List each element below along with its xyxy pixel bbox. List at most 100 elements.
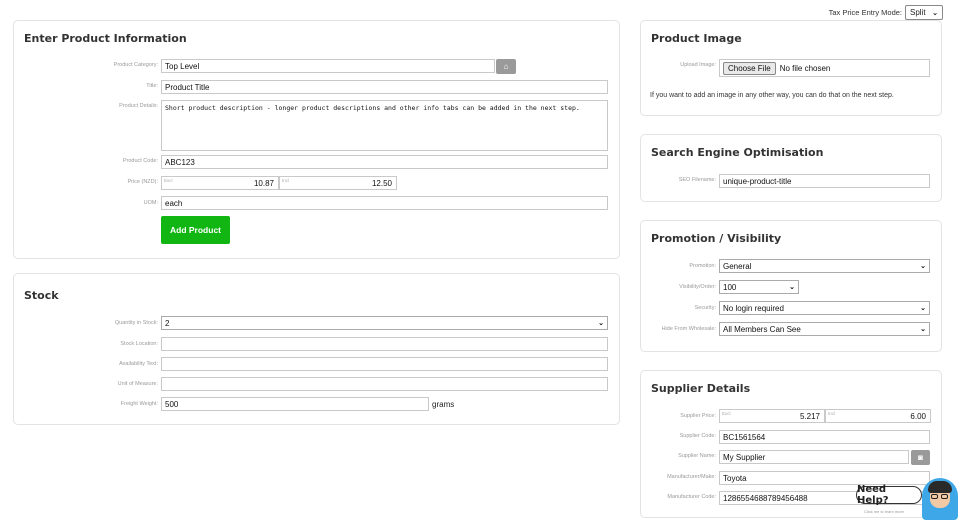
unit-of-measure-field[interactable] xyxy=(161,377,608,391)
code-label: Product Code: xyxy=(122,158,158,164)
supplier-excl-tag: Excl xyxy=(722,411,731,416)
tax-mode-label: Tax Price Entry Mode: xyxy=(828,8,902,17)
tax-mode-value: Split xyxy=(910,8,926,17)
product-code-value: ABC123 xyxy=(165,157,195,167)
seo-title: Search Engine Optimisation xyxy=(651,146,824,159)
uom-value: each xyxy=(165,198,183,208)
category-tree-button[interactable]: ⌂ xyxy=(496,59,516,74)
tax-mode-select[interactable]: Split ⌄ xyxy=(905,5,943,20)
promotion-value: General xyxy=(723,261,752,271)
make-label: Manufacturer/Make: xyxy=(667,474,716,480)
availability-label: Availability Text: xyxy=(119,361,158,367)
freight-unit: grams xyxy=(432,400,455,409)
image-note: If you want to add an image in any other… xyxy=(650,92,894,99)
order-value: 100 xyxy=(723,282,737,292)
price-excl-tag: Excl xyxy=(164,178,173,183)
product-image-card: Product Image Upload Image: Choose File … xyxy=(640,20,942,116)
price-excl-value: 10.87 xyxy=(253,178,274,188)
help-avatar[interactable] xyxy=(922,478,958,520)
chevron-down-icon: ⌄ xyxy=(598,320,604,327)
supplier-incl-tag: Incl xyxy=(828,411,836,416)
product-info-title: Enter Product Information xyxy=(24,32,187,45)
supplier-code-label: Supplier Code: xyxy=(679,433,716,439)
supplier-excl-value: 5.217 xyxy=(799,411,820,421)
supplier-name-value: My Supplier xyxy=(723,452,766,462)
mcode-label: Manufacturer Code: xyxy=(667,494,716,500)
category-field[interactable]: Top Level xyxy=(161,59,495,73)
unit-label: Unit of Measure: xyxy=(117,381,158,387)
upload-field[interactable]: Choose File No file chosen xyxy=(719,59,930,77)
chevron-down-icon: ⌄ xyxy=(932,9,938,17)
make-value: Toyota xyxy=(723,473,747,483)
category-value: Top Level xyxy=(165,61,200,71)
choose-file-button[interactable]: Choose File xyxy=(723,61,776,75)
security-select[interactable]: No login required ⌄ xyxy=(719,301,930,315)
qty-label: Quantity in Stock: xyxy=(114,320,158,326)
camera-icon: ◙ xyxy=(918,453,923,462)
supplier-price-label: Supplier Price: xyxy=(680,413,716,419)
wholesale-select[interactable]: All Members Can See ⌄ xyxy=(719,322,930,336)
title-value: Product Title xyxy=(165,82,210,92)
price-incl-field[interactable]: Incl 12.50 xyxy=(279,176,397,190)
tax-mode-bar: Tax Price Entry Mode: Split ⌄ xyxy=(829,5,943,20)
price-incl-tag: Incl xyxy=(282,178,290,183)
seo-card: Search Engine Optimisation SEO Filename:… xyxy=(640,134,942,202)
need-help-widget[interactable]: Need Help? Click me to learn more xyxy=(856,478,958,520)
qty-value: 2 xyxy=(165,318,170,328)
supplier-code-value: BC1561564 xyxy=(723,432,766,442)
price-excl-field[interactable]: Excl 10.87 xyxy=(161,176,279,190)
supplier-code-field[interactable]: BC1561564 xyxy=(719,430,930,444)
supplier-incl-value: 6.00 xyxy=(910,411,926,421)
supplier-lookup-button[interactable]: ◙ xyxy=(911,450,930,465)
stock-card: Stock Quantity in Stock: 2 ⌄ Stock Locat… xyxy=(13,273,620,425)
product-code-field[interactable]: ABC123 xyxy=(161,155,608,169)
order-label: Visibility/Order: xyxy=(679,284,716,290)
price-label: Price (NZD): xyxy=(127,179,158,185)
supplier-name-label: Supplier Name: xyxy=(678,453,716,459)
chevron-down-icon: ⌄ xyxy=(920,326,926,333)
wholesale-value: All Members Can See xyxy=(723,324,801,334)
supplier-title: Supplier Details xyxy=(651,382,751,395)
stock-title: Stock xyxy=(24,289,59,302)
title-label: Title: xyxy=(146,83,158,89)
add-product-button[interactable]: Add Product xyxy=(161,216,230,244)
category-label: Product Category: xyxy=(113,62,158,68)
no-file-text: No file chosen xyxy=(779,63,831,73)
freight-weight-field[interactable]: 500 xyxy=(161,397,429,411)
title-field[interactable]: Product Title xyxy=(161,80,608,94)
details-label: Product Details: xyxy=(119,103,158,109)
supplier-price-excl-field[interactable]: Excl 5.217 xyxy=(719,409,825,423)
avatar-glasses-left xyxy=(931,494,938,499)
chevron-down-icon: ⌄ xyxy=(789,284,795,291)
seo-filename-label: SEO Filename: xyxy=(678,177,716,183)
stock-location-field[interactable] xyxy=(161,337,608,351)
details-value: Short product description - longer produ… xyxy=(165,104,580,112)
supplier-price-incl-field[interactable]: Incl 6.00 xyxy=(825,409,931,423)
seo-filename-value: unique-product-title xyxy=(723,176,792,186)
chevron-down-icon: ⌄ xyxy=(920,305,926,312)
mcode-value: 1286554688789456488 xyxy=(723,493,808,503)
seo-filename-field[interactable]: unique-product-title xyxy=(719,174,930,188)
product-image-title: Product Image xyxy=(651,32,742,45)
need-help-subtext: Click me to learn more xyxy=(864,509,905,514)
uom-field[interactable]: each xyxy=(161,196,608,210)
promotion-title: Promotion / Visibility xyxy=(651,232,782,245)
need-help-bubble[interactable]: Need Help? xyxy=(856,484,922,506)
uom-label: UOM: xyxy=(143,200,158,206)
upload-label: Upload Image: xyxy=(680,62,716,68)
supplier-name-field[interactable]: My Supplier xyxy=(719,450,909,464)
price-incl-value: 12.50 xyxy=(371,178,392,188)
visibility-order-select[interactable]: 100 ⌄ xyxy=(719,280,799,294)
location-label: Stock Location: xyxy=(120,341,158,347)
chevron-down-icon: ⌄ xyxy=(920,263,926,270)
wholesale-label: Hide From Wholesale: xyxy=(661,326,716,332)
security-label: Security: xyxy=(694,305,716,311)
freight-value: 500 xyxy=(165,399,179,409)
promotion-select[interactable]: General ⌄ xyxy=(719,259,930,273)
availability-field[interactable] xyxy=(161,357,608,371)
details-textarea[interactable]: Short product description - longer produ… xyxy=(161,100,608,151)
freight-label: Freight Weight: xyxy=(120,401,158,407)
avatar-hair xyxy=(928,481,952,493)
security-value: No login required xyxy=(723,303,784,313)
qty-select[interactable]: 2 ⌄ xyxy=(161,316,608,330)
